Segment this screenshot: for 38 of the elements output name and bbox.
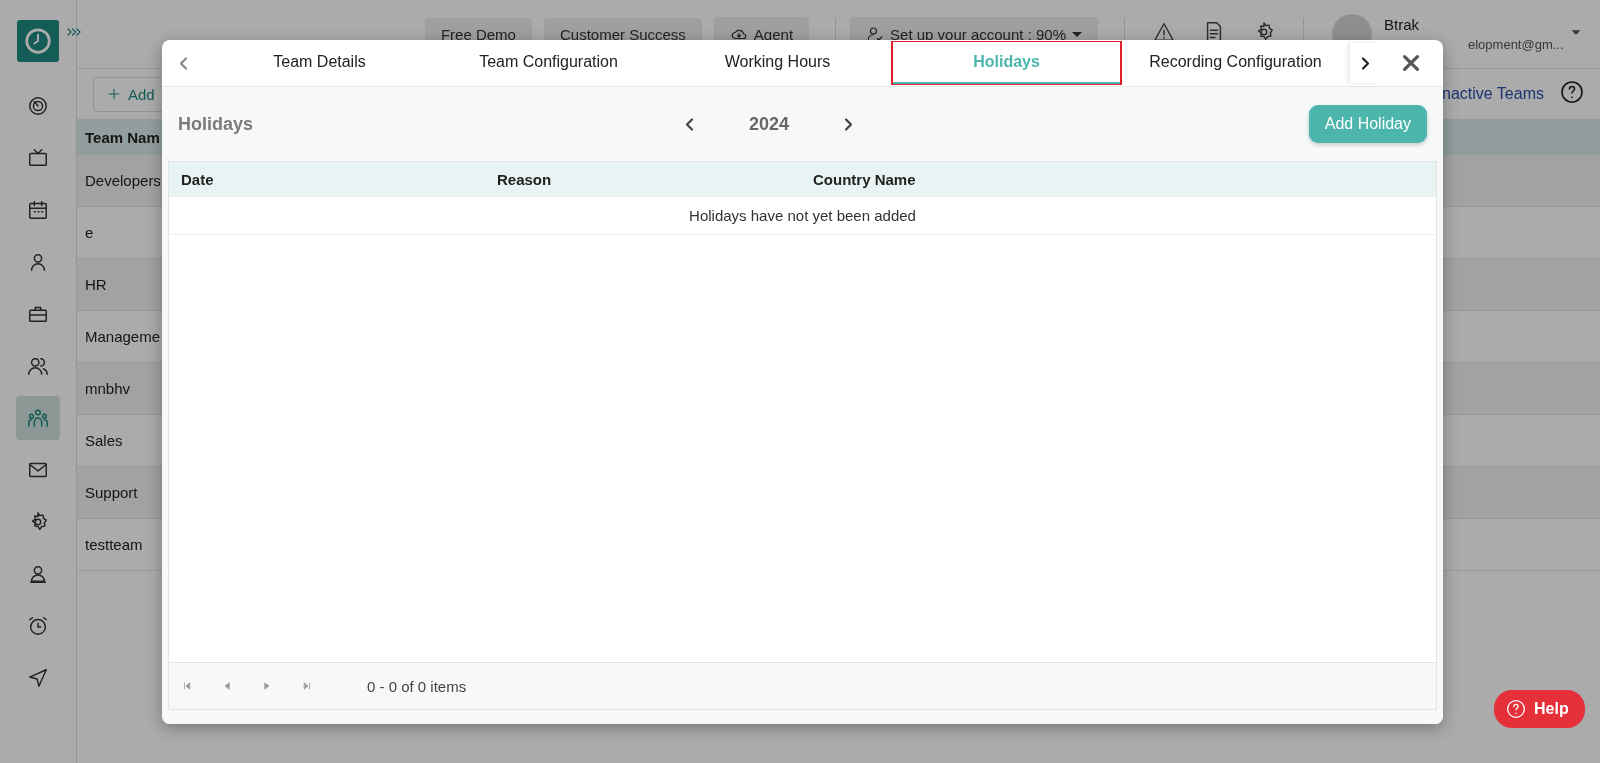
user-email: elopment@gm... bbox=[1468, 37, 1564, 52]
chevron-right-icon bbox=[845, 117, 853, 131]
caret-icon bbox=[1072, 31, 1082, 37]
warning-icon[interactable] bbox=[1153, 21, 1175, 43]
help-icon bbox=[1506, 699, 1526, 719]
column-header: Date bbox=[180, 171, 215, 188]
help-icon[interactable] bbox=[1560, 80, 1584, 104]
tv-icon bbox=[27, 147, 49, 169]
next-tab-button[interactable] bbox=[1350, 43, 1380, 83]
plus-icon bbox=[106, 86, 122, 102]
tab[interactable]: Recording Configuration bbox=[1121, 41, 1350, 85]
target-icon bbox=[27, 95, 49, 117]
pager-info: 0 - 0 of 0 items bbox=[367, 677, 467, 695]
empty-message: Holidays have not yet been added bbox=[169, 197, 1436, 235]
user-check-icon bbox=[866, 25, 885, 43]
previous-year-button[interactable] bbox=[686, 117, 693, 131]
close-button[interactable] bbox=[1400, 52, 1422, 74]
chevron-left-icon bbox=[180, 56, 187, 70]
person-icon bbox=[27, 563, 49, 585]
chevron-right-icon bbox=[1361, 56, 1369, 70]
close-icon bbox=[1400, 52, 1422, 74]
user-name: Btrak bbox=[1384, 16, 1420, 33]
alarm-clock-icon bbox=[27, 615, 49, 637]
column-header: Country Name bbox=[812, 171, 917, 188]
app-logo[interactable] bbox=[17, 20, 59, 62]
first-page-button[interactable] bbox=[181, 680, 193, 692]
chevron-left-icon bbox=[686, 117, 693, 131]
calendar-icon bbox=[27, 199, 49, 221]
last-page-icon bbox=[301, 680, 313, 692]
team-icon bbox=[27, 407, 49, 429]
last-page-button[interactable] bbox=[301, 680, 313, 692]
help-button[interactable]: Help bbox=[1494, 690, 1585, 728]
users-icon bbox=[27, 355, 49, 377]
column-header: Reason bbox=[496, 171, 553, 188]
clock-icon bbox=[23, 26, 53, 56]
next-year-button[interactable] bbox=[845, 117, 853, 131]
send-icon bbox=[27, 667, 49, 689]
first-page-icon bbox=[181, 680, 193, 692]
